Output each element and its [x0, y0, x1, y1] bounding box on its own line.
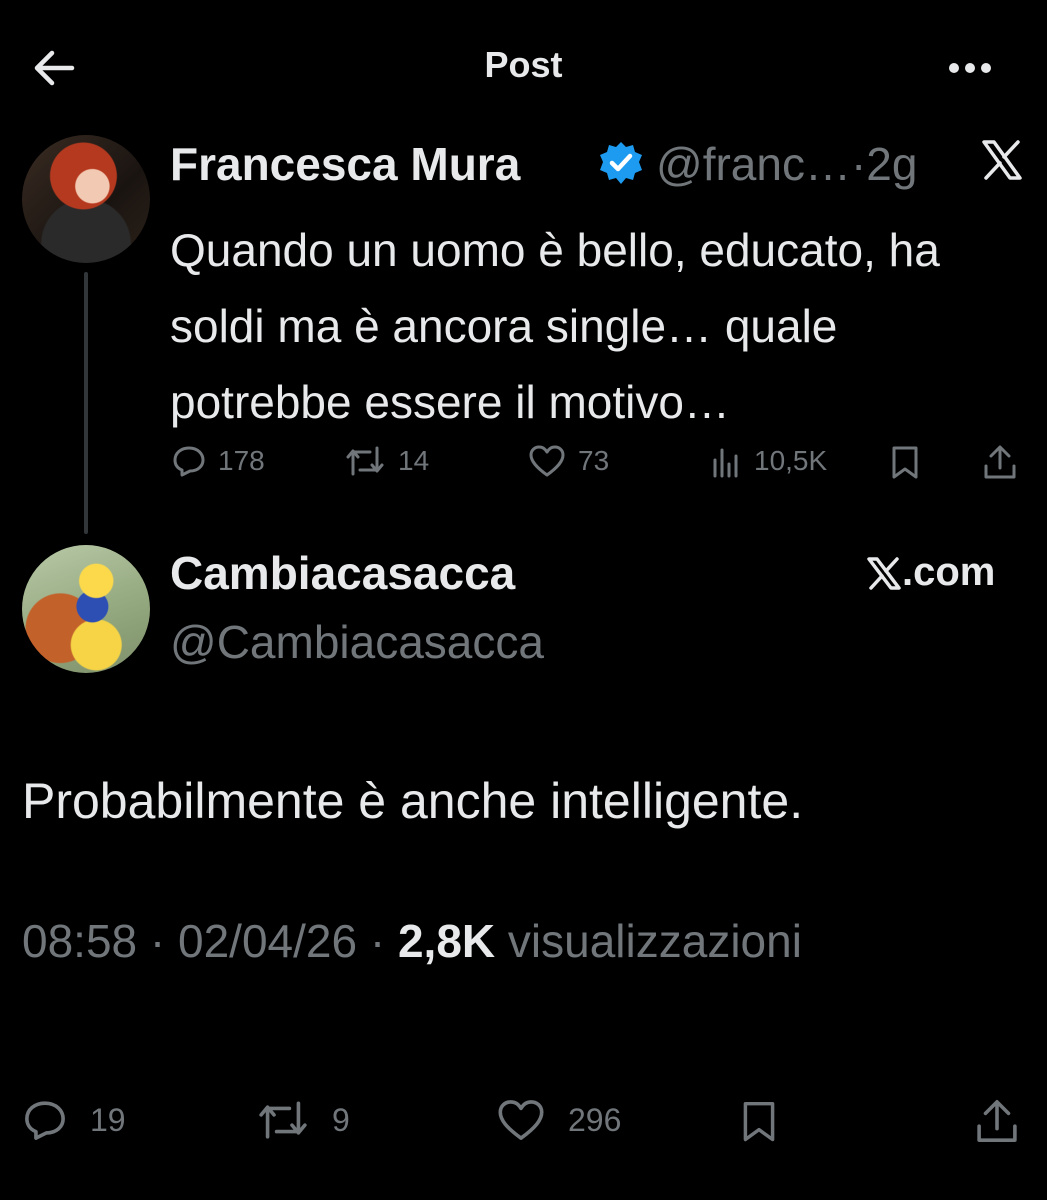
- like-button[interactable]: 296: [496, 1098, 621, 1142]
- share-button[interactable]: [982, 444, 1018, 480]
- share-button[interactable]: [974, 1098, 1020, 1144]
- retweet-count: 14: [398, 445, 430, 476]
- views-button[interactable]: 10,5K: [710, 444, 827, 478]
- source-badge-text: .com: [902, 550, 996, 594]
- retweet-button[interactable]: 9: [256, 1098, 350, 1142]
- author-name[interactable]: Francesca Mura: [170, 137, 520, 191]
- reply-count: 178: [218, 445, 265, 476]
- more-icon: [949, 63, 991, 73]
- more-button[interactable]: [940, 50, 1000, 86]
- x-logo-icon: [980, 138, 1024, 182]
- like-icon: [529, 445, 565, 477]
- bookmark-button[interactable]: [888, 444, 922, 480]
- like-count: 296: [568, 1101, 622, 1138]
- post-date[interactable]: 02/04/26: [178, 915, 357, 967]
- reply-button[interactable]: 178: [172, 444, 265, 478]
- handle-text: @franc…: [656, 138, 851, 190]
- reply-count: 19: [90, 1101, 126, 1138]
- like-button[interactable]: 73: [528, 444, 609, 478]
- views-count: 2,8K: [397, 915, 496, 967]
- post-meta: 08:58 · 02/04/26 · 2,8K visualizzazioni: [22, 915, 802, 967]
- retweet-icon: [346, 446, 384, 476]
- post-time[interactable]: 08:58: [22, 915, 137, 967]
- retweet-count: 9: [332, 1101, 350, 1138]
- avatar[interactable]: [22, 545, 150, 673]
- bookmark-button[interactable]: [738, 1098, 780, 1144]
- x-logo-icon: [867, 556, 901, 590]
- author-handle[interactable]: @franc…·2g: [656, 137, 917, 191]
- retweet-icon: [259, 1101, 307, 1139]
- post-text: Probabilmente è anche intelligente.: [22, 773, 804, 829]
- reply-button[interactable]: 19: [22, 1098, 126, 1142]
- bookmark-icon: [892, 446, 918, 479]
- bookmark-icon: [743, 1101, 775, 1142]
- like-icon: [498, 1100, 544, 1140]
- views-icon: [713, 448, 738, 478]
- page-title: Post: [484, 44, 563, 85]
- retweet-button[interactable]: 14: [344, 444, 429, 478]
- avatar[interactable]: [22, 135, 150, 263]
- verified-icon: [597, 139, 645, 187]
- views-count: 10,5K: [754, 445, 828, 476]
- source-badge: .com: [866, 550, 995, 595]
- views-label: visualizzazioni: [507, 915, 802, 967]
- share-icon: [984, 445, 1016, 479]
- author-handle[interactable]: @Cambiacasacca: [170, 615, 544, 669]
- thread-line: [84, 272, 88, 534]
- reply-icon: [173, 446, 205, 477]
- post-text: Quando un uomo è bello, educato, ha sold…: [170, 224, 940, 428]
- share-icon: [977, 1100, 1017, 1142]
- like-count: 73: [578, 445, 610, 476]
- author-name[interactable]: Cambiacasacca: [170, 546, 515, 600]
- reply-icon: [25, 1101, 65, 1140]
- post-time: ·2g: [850, 138, 918, 190]
